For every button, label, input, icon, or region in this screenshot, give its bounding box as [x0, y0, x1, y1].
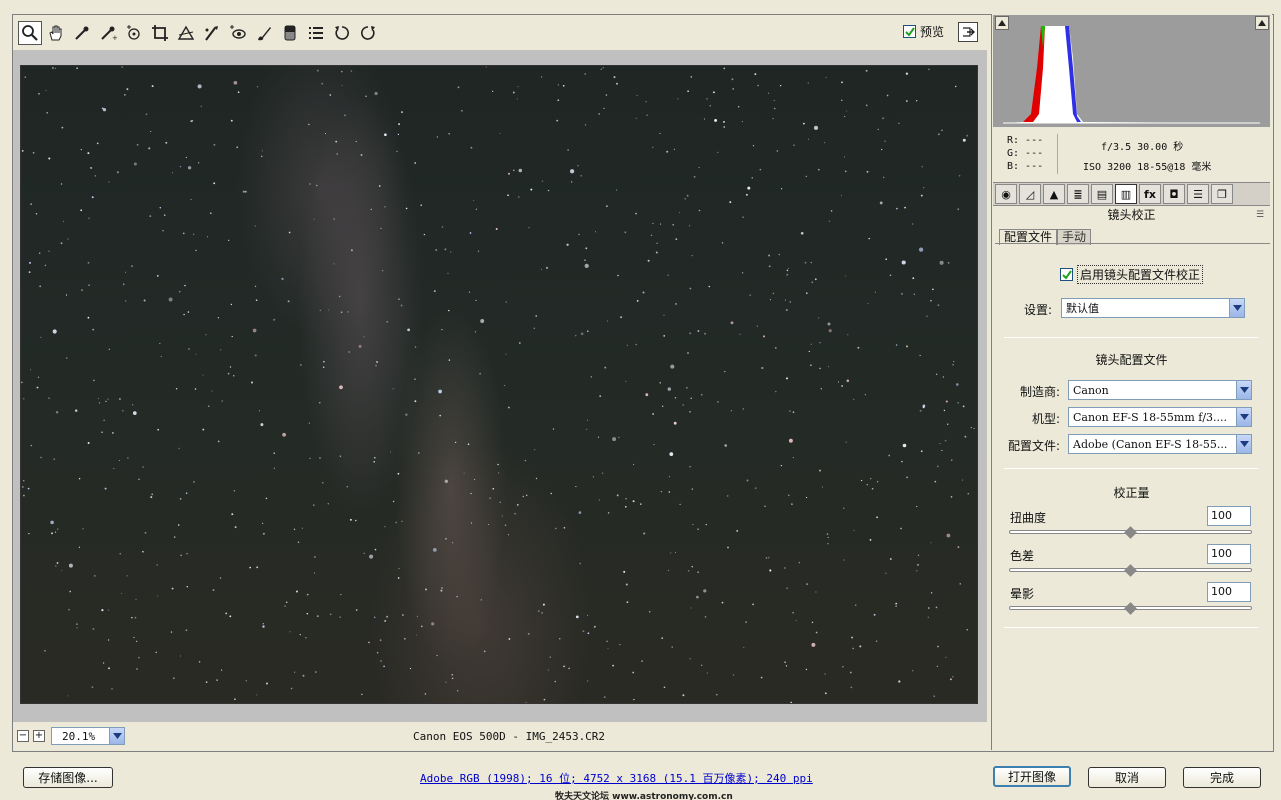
enable-profile-corrections[interactable]: 启用镜头配置文件校正	[1060, 265, 1204, 284]
detail-tab-icon[interactable]: ▲	[1043, 184, 1065, 204]
lens-corrections-tab-icon[interactable]: ▥	[1115, 184, 1137, 204]
enable-profile-label: 启用镜头配置文件校正	[1077, 265, 1204, 284]
model-label: 机型:	[1031, 412, 1060, 426]
iso-focal: ISO 3200 18-55@18 毫米	[1083, 162, 1212, 173]
color-sampler-icon[interactable]: +	[96, 21, 120, 45]
r-readout: R: ---	[1007, 135, 1044, 146]
preview-label: 预览	[920, 25, 945, 39]
zoom-in-button[interactable]: +	[33, 730, 45, 742]
list-icon[interactable]	[304, 21, 328, 45]
preview-toggle[interactable]: 预览	[903, 23, 944, 40]
panel-menu-icon[interactable]: ☰	[1256, 210, 1264, 220]
profile-value: Adobe (Canon EF-S 18-55...	[1073, 437, 1228, 451]
tone-curve-tab-icon[interactable]: ◿	[1019, 184, 1041, 204]
model-value: Canon EF-S 18-55mm f/3....	[1073, 410, 1228, 424]
svg-text:+: +	[112, 34, 117, 42]
distortion-input[interactable]: 100	[1207, 506, 1251, 526]
fullscreen-button[interactable]	[958, 22, 978, 42]
preview-checkbox[interactable]	[903, 25, 916, 38]
adjustment-brush-icon[interactable]	[252, 21, 276, 45]
zoom-tool-icon[interactable]	[18, 21, 42, 45]
effects-tab-icon[interactable]: fx	[1139, 184, 1161, 204]
setup-select[interactable]: 默认值	[1061, 298, 1245, 318]
make-select[interactable]: Canon	[1068, 380, 1252, 400]
camera-calibration-tab-icon[interactable]: ◘	[1163, 184, 1185, 204]
make-label: 制造商:	[1019, 385, 1060, 399]
snapshots-tab-icon[interactable]: ❐	[1211, 184, 1233, 204]
lens-profile-heading: 镜头配置文件	[1095, 353, 1168, 367]
image-statusbar: − + 20.1% Canon EOS 500D - IMG_2453.CR2	[13, 722, 987, 750]
split-toning-tab-icon[interactable]: ▤	[1091, 184, 1113, 204]
zoom-out-button[interactable]: −	[17, 730, 29, 742]
save-image-button[interactable]: 存储图像...	[23, 767, 113, 788]
histogram-graph	[1003, 26, 1260, 124]
eyedropper-icon[interactable]	[70, 21, 94, 45]
red-eye-icon[interactable]	[226, 21, 250, 45]
profile-label: 配置文件:	[1007, 439, 1060, 453]
chevron-down-icon[interactable]	[1229, 299, 1244, 317]
panel-tabs: ◉ ◿ ▲ ≣ ▤ ▥ fx ◘ ☰ ❐	[993, 182, 1270, 206]
presets-tab-icon[interactable]: ☰	[1187, 184, 1209, 204]
b-readout: B: ---	[1007, 161, 1044, 172]
graduated-filter-icon[interactable]	[278, 21, 302, 45]
vignetting-input[interactable]: 100	[1207, 582, 1251, 602]
done-button[interactable]: 完成	[1183, 767, 1261, 788]
basic-tab-icon[interactable]: ◉	[995, 184, 1017, 204]
setup-label: 设置:	[1023, 303, 1052, 317]
chromatic-aberration-label: 色差	[1010, 549, 1035, 563]
star-field	[21, 66, 975, 703]
setup-value: 默认值	[1066, 302, 1099, 315]
profile-select[interactable]: Adobe (Canon EF-S 18-55...	[1068, 434, 1252, 454]
image-filename: Canon EOS 500D - IMG_2453.CR2	[413, 729, 606, 743]
straighten-icon[interactable]	[174, 21, 198, 45]
watermark: 牧夫天文论坛 www.astronomy.com.cn	[555, 792, 733, 800]
g-readout: G: ---	[1007, 148, 1044, 159]
toolbar: +	[14, 16, 988, 50]
correction-amount-heading: 校正量	[1113, 486, 1150, 500]
chromatic-aberration-input[interactable]: 100	[1207, 544, 1251, 564]
chevron-down-icon[interactable]	[109, 728, 124, 744]
chevron-down-icon[interactable]	[1236, 435, 1251, 453]
chevron-down-icon[interactable]	[1236, 408, 1251, 426]
spot-removal-icon[interactable]	[200, 21, 224, 45]
panel-title: 镜头校正	[1107, 208, 1156, 222]
target-adjust-icon[interactable]	[122, 21, 146, 45]
open-image-button[interactable]: 打开图像	[993, 766, 1071, 787]
workflow-options-link[interactable]: Adobe RGB (1998); 16 位; 4752 x 3168 (15.…	[420, 770, 813, 786]
zoom-select[interactable]: 20.1%	[51, 727, 125, 745]
distortion-label: 扭曲度	[1010, 511, 1047, 525]
rotate-ccw-icon[interactable]	[330, 21, 354, 45]
preview-image[interactable]	[20, 65, 978, 704]
aperture-shutter: f/3.5 30.00 秒	[1101, 142, 1184, 153]
zoom-value: 20.1%	[62, 729, 96, 743]
rotate-cw-icon[interactable]	[356, 21, 380, 45]
enable-profile-checkbox[interactable]	[1060, 268, 1073, 281]
hsl-tab-icon[interactable]: ≣	[1067, 184, 1089, 204]
chevron-down-icon[interactable]	[1236, 381, 1251, 399]
exif-info: R: --- G: --- B: --- f/3.5 30.00 秒 ISO 3…	[993, 128, 1270, 180]
vignetting-label: 晕影	[1010, 587, 1035, 601]
make-value: Canon	[1073, 383, 1109, 397]
crop-icon[interactable]	[148, 21, 172, 45]
hand-tool-icon[interactable]	[44, 21, 68, 45]
model-select[interactable]: Canon EF-S 18-55mm f/3....	[1068, 407, 1252, 427]
cancel-button[interactable]: 取消	[1088, 767, 1166, 788]
